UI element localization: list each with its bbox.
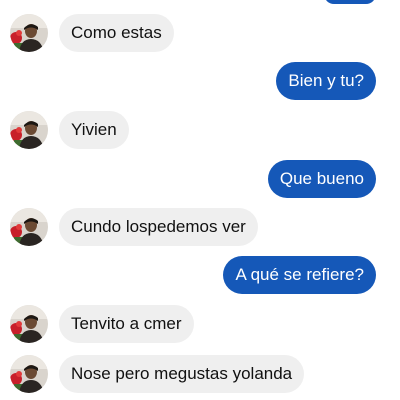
message-bubble-outgoing-partial[interactable] [324,0,376,4]
contact-avatar[interactable] [10,14,48,52]
contact-avatar-image [10,208,48,246]
message-bubble-outgoing[interactable]: A qué se refiere? [223,256,376,294]
contact-avatar-image [10,111,48,149]
message-bubble-incoming[interactable]: Cundo lospedemos ver [59,208,258,246]
message-bubble-incoming[interactable]: Tenvito a cmer [59,305,194,343]
contact-avatar[interactable] [10,355,48,393]
message-bubble-outgoing[interactable]: Que bueno [267,160,376,198]
message-bubble-incoming[interactable]: Yivien [59,111,129,149]
message-bubble-outgoing[interactable]: Bien y tu? [276,62,376,100]
contact-avatar[interactable] [10,305,48,343]
contact-avatar-image [10,355,48,393]
contact-avatar-image [10,14,48,52]
contact-avatar[interactable] [10,111,48,149]
message-bubble-incoming[interactable]: Nose pero megustas yolanda [59,355,305,393]
contact-avatar[interactable] [10,208,48,246]
chat-thread: Como estas Bien y tu? Yivien Que bueno C… [0,0,400,400]
contact-avatar-image [10,305,48,343]
message-bubble-incoming[interactable]: Como estas [59,14,174,52]
